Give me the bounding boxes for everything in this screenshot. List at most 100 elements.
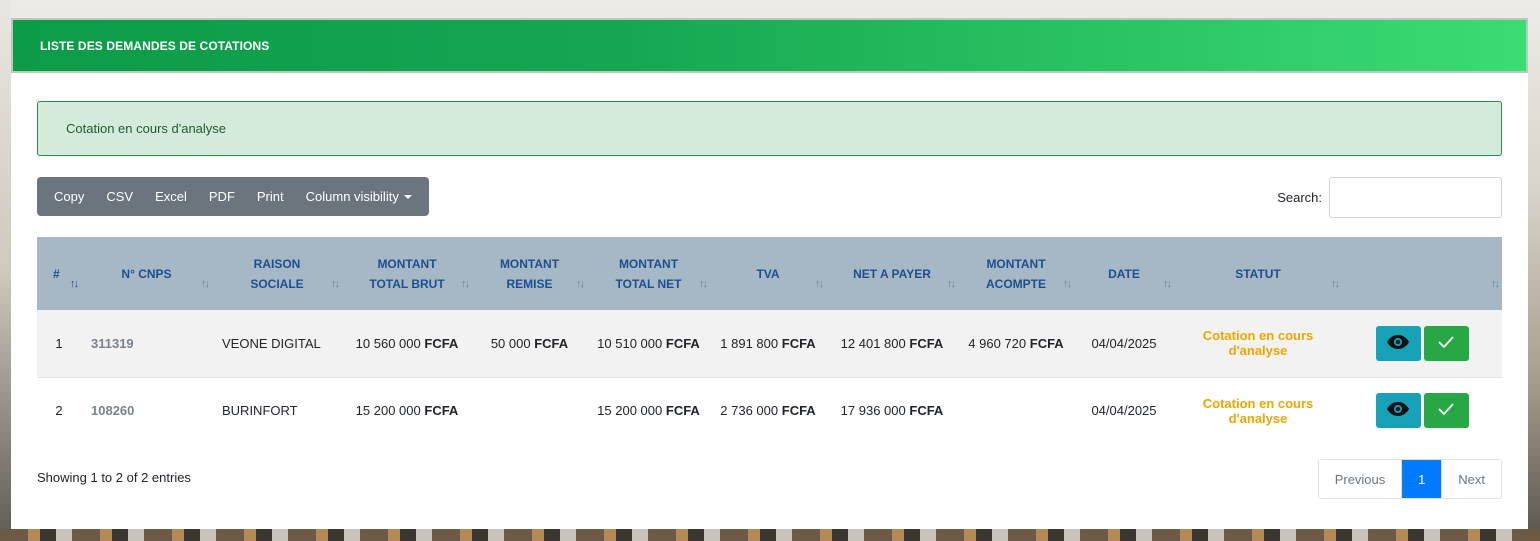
column-header-text: NET A PAYER: [853, 266, 931, 281]
column-header-text: TVA: [756, 266, 780, 281]
validate-button[interactable]: [1423, 393, 1469, 429]
excel-button[interactable]: Excel: [144, 177, 198, 216]
sort-arrows-icon: ↑↓: [1331, 278, 1340, 290]
cell-statut: Cotation en cours d'analyse: [1174, 310, 1342, 377]
sort-arrows-icon: ↑↓: [815, 278, 824, 290]
sort-arrows-icon: ↑↓: [70, 278, 79, 290]
sort-arrows-icon: ↑↓: [1163, 278, 1172, 290]
cell-net-a-payer-value: 17 936 000: [840, 403, 906, 419]
sort-arrows-icon: ↑↓: [1063, 278, 1072, 290]
search-label: Search:: [1277, 190, 1322, 205]
column-header-3[interactable]: MONTANT TOTAL BRUT ↑↓: [342, 237, 472, 310]
cell-number-value: 2: [55, 403, 63, 419]
alert-message: Cotation en cours d'analyse: [66, 121, 227, 136]
sort-arrows-icon: ↑↓: [461, 278, 470, 290]
cell-raison-sociale-value: BURINFORT: [222, 403, 298, 419]
next-button[interactable]: Next: [1441, 460, 1501, 498]
csv-button[interactable]: CSV: [95, 177, 144, 216]
validate-button[interactable]: [1423, 325, 1469, 361]
pdf-button[interactable]: PDF: [198, 177, 246, 216]
cell-date-value: 04/04/2025: [1091, 335, 1157, 351]
view-button[interactable]: [1375, 393, 1421, 429]
cell-number: 2: [37, 377, 81, 444]
cell-net-a-payer: 17 936 000 FCFA: [826, 377, 958, 444]
search-area: Search:: [1277, 177, 1502, 218]
row-actions: [1375, 325, 1469, 361]
column-header-text: STATUT: [1235, 266, 1281, 281]
table-row[interactable]: 2 108260 BURINFORT 15 200 000 FCFA 15 200 00…: [37, 377, 1502, 444]
cell-total-net-value: 15 200 000: [597, 403, 663, 419]
cell-statut-value: Cotation en cours d'analyse: [1202, 328, 1314, 359]
card-title: LISTE DES DEMANDES DE COTATIONS: [40, 38, 270, 53]
cell-total-brut: 15 200 000 FCFA: [342, 377, 472, 444]
cell-total-net: 15 200 000 FCFA: [587, 377, 710, 444]
export-button-group: Copy CSV Excel PDF Print Column visibili…: [37, 177, 429, 216]
column-header-11[interactable]: ↑↓: [1342, 237, 1502, 310]
column-header-text: TOTAL NET: [615, 276, 682, 291]
page-1-button[interactable]: 1: [1401, 460, 1442, 498]
column-header-text: MONTANT: [377, 256, 437, 271]
sort-arrows-icon: ↑↓: [331, 278, 340, 290]
column-header-text: RAISON: [253, 256, 301, 271]
sort-arrows-icon: ↑↓: [1491, 278, 1500, 290]
column-header-text: MONTANT: [499, 256, 560, 271]
column-header-8[interactable]: MONTANT ACOMPTE ↑↓: [958, 237, 1074, 310]
cell-total-net: 10 510 000 FCFA: [587, 310, 710, 377]
cell-number-value: 1: [55, 335, 63, 351]
cell-raison-sociale: VEONE DIGITAL: [212, 310, 342, 377]
view-button[interactable]: [1375, 325, 1421, 361]
copy-button[interactable]: Copy: [43, 177, 95, 216]
cell-actions: [1342, 377, 1502, 444]
column-header-5[interactable]: MONTANT TOTAL NET ↑↓: [587, 237, 710, 310]
sort-arrows-icon: ↑↓: [576, 278, 585, 290]
currency-label: FCFA: [909, 403, 944, 419]
sort-arrows-icon: ↑↓: [699, 278, 708, 290]
sort-arrows-icon: ↑↓: [947, 278, 956, 290]
column-visibility-button[interactable]: Column visibility: [295, 177, 423, 216]
cell-acompte-value: 4 960 720: [968, 335, 1027, 351]
column-header-10[interactable]: STATUT ↑↓: [1174, 237, 1342, 310]
column-header-1[interactable]: N° CNPS ↑↓: [81, 237, 212, 310]
column-header-2[interactable]: RAISON SOCIALE ↑↓: [212, 237, 342, 310]
currency-label: FCFA: [665, 403, 700, 419]
background-bottom: [0, 529, 1540, 541]
previous-button[interactable]: Previous: [1318, 460, 1402, 498]
currency-label: FCFA: [781, 403, 816, 419]
cell-date: 04/04/2025: [1074, 310, 1174, 377]
column-header-0[interactable]: # ↑↓: [37, 237, 81, 310]
currency-label: FCFA: [665, 335, 700, 351]
cell-number: 1: [37, 310, 81, 377]
column-header-9[interactable]: DATE ↑↓: [1074, 237, 1174, 310]
background-right: [1528, 0, 1540, 541]
cell-cnps: 311319: [81, 310, 212, 377]
currency-label: FCFA: [534, 335, 569, 351]
cell-acompte: [958, 377, 1074, 444]
cell-total-net-value: 10 510 000: [597, 335, 663, 351]
cell-total-brut-value: 10 560 000: [355, 335, 421, 351]
cell-remise: [472, 377, 587, 444]
search-input[interactable]: [1329, 177, 1502, 218]
column-header-text: MONTANT: [986, 256, 1046, 271]
currency-label: FCFA: [424, 335, 459, 351]
cell-tva: 1 891 800 FCFA: [710, 310, 826, 377]
column-header-6[interactable]: TVA ↑↓: [710, 237, 826, 310]
check-icon: [1437, 402, 1455, 419]
currency-label: FCFA: [1029, 335, 1064, 351]
table-row[interactable]: 1 311319 VEONE DIGITAL 10 560 000 FCFA 50 00…: [37, 310, 1502, 377]
cell-total-brut-value: 15 200 000: [355, 403, 421, 419]
cell-date-value: 04/04/2025: [1091, 403, 1157, 419]
pagination: Previous 1 Next: [1317, 459, 1502, 499]
cell-remise: 50 000 FCFA: [472, 310, 587, 377]
column-header-text: N° CNPS: [121, 266, 172, 281]
cell-net-a-payer: 12 401 800 FCFA: [826, 310, 958, 377]
cell-total-brut: 10 560 000 FCFA: [342, 310, 472, 377]
cell-tva-value: 2 736 000: [720, 403, 779, 419]
column-header-text: ACOMPTE: [986, 276, 1046, 291]
cell-date: 04/04/2025: [1074, 377, 1174, 444]
table-header-row: # ↑↓ N° CNPS ↑↓ RAISON SOCIALE ↑↓ MONTANT TOTAL …: [37, 237, 1502, 310]
column-header-7[interactable]: NET A PAYER ↑↓: [826, 237, 958, 310]
currency-label: FCFA: [781, 335, 816, 351]
print-button[interactable]: Print: [246, 177, 295, 216]
column-header-4[interactable]: MONTANT REMISE ↑↓: [472, 237, 587, 310]
cell-tva: 2 736 000 FCFA: [710, 377, 826, 444]
